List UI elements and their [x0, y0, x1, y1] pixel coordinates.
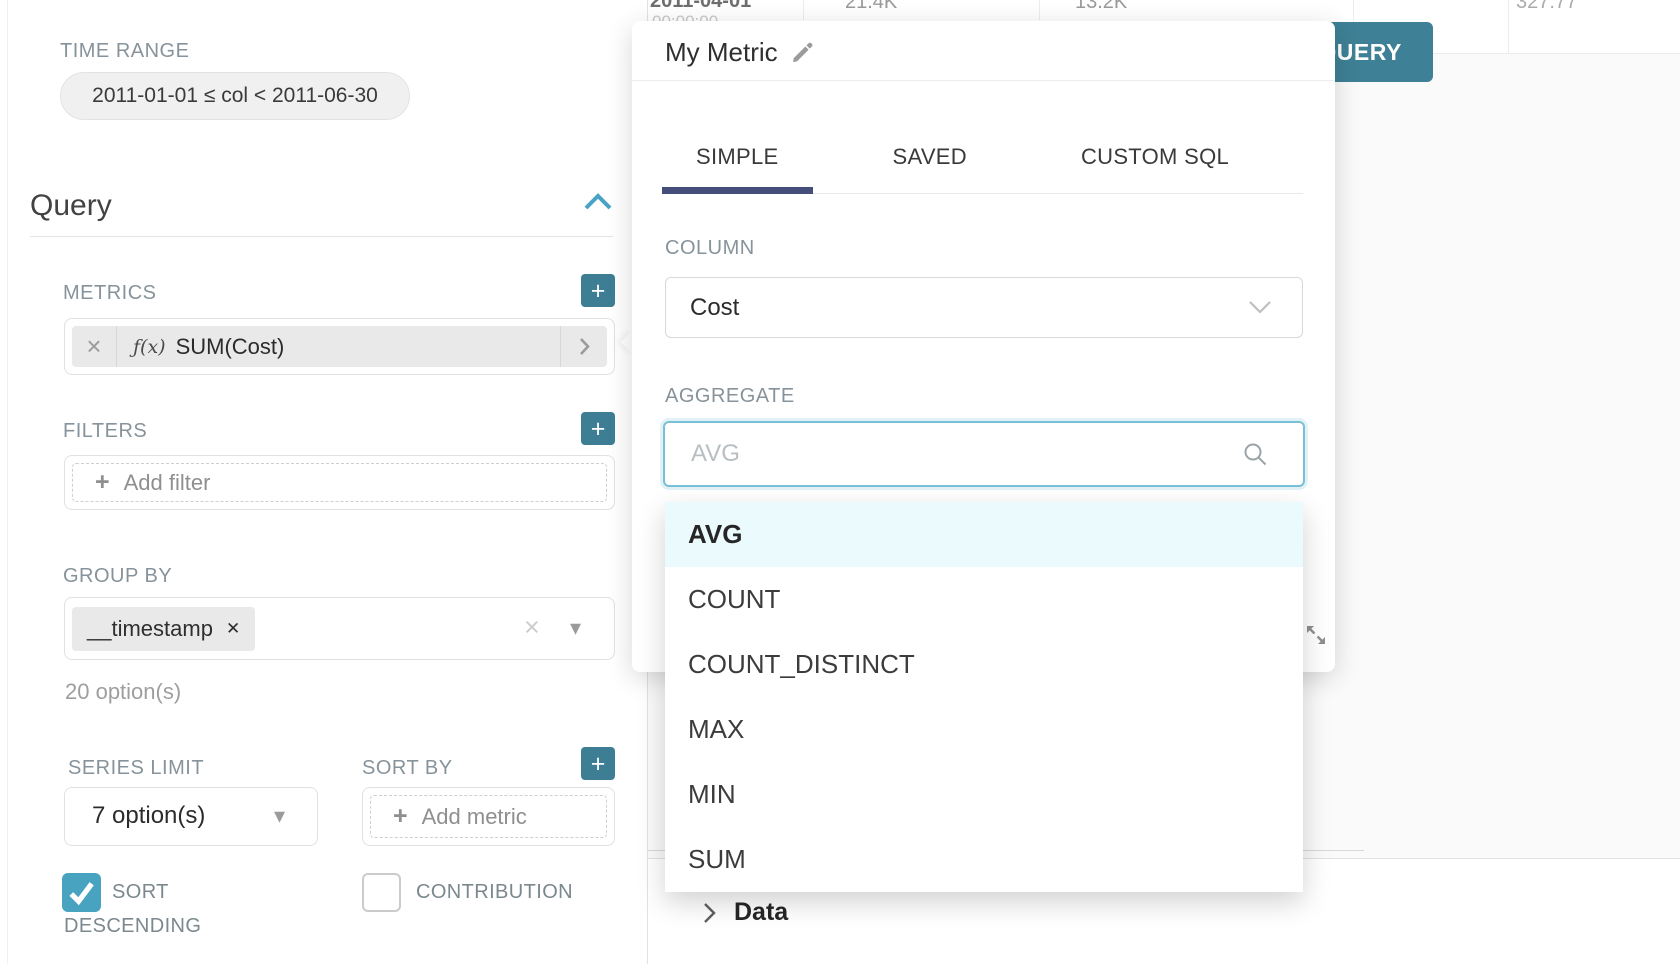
sort-descending-checkbox[interactable] [62, 873, 101, 912]
column-select[interactable]: Cost [665, 277, 1303, 338]
tab-saved[interactable]: SAVED [859, 121, 1001, 193]
table-gridline [803, 0, 804, 20]
tab-custom-sql[interactable]: CUSTOM SQL [1047, 121, 1263, 193]
sort-by-label: SORT BY [362, 757, 453, 780]
tab-label: SIMPLE [696, 144, 779, 170]
contribution-label: CONTRIBUTION [416, 881, 573, 904]
series-limit-value: 7 option(s) [92, 802, 205, 830]
add-filter-text: Add filter [124, 470, 211, 496]
aggregate-field[interactable] [663, 421, 1305, 487]
active-tab-indicator [662, 187, 813, 194]
query-section-title: Query [30, 189, 112, 223]
group-by-hint: 20 option(s) [65, 679, 181, 705]
caret-down-icon[interactable]: ▾ [274, 803, 285, 829]
metric-tabs: SIMPLE SAVED CUSTOM SQL [662, 121, 1303, 194]
metric-name: SUM(Cost) [176, 334, 560, 360]
popover-divider [632, 80, 1335, 81]
table-gridline [1039, 0, 1040, 20]
chevron-up-icon[interactable] [583, 192, 613, 211]
metric-pill[interactable]: × ƒ(x) SUM(Cost) [72, 326, 607, 367]
remove-metric-icon[interactable]: × [72, 331, 116, 362]
sort-descending-label: SORT [112, 881, 169, 904]
sort-descending-label-2: DESCENDING [64, 915, 201, 938]
add-metric-text: Add metric [422, 804, 527, 830]
tag-label: __timestamp [87, 616, 213, 642]
data-collapse-row[interactable]: Data [703, 898, 788, 927]
table-cell-value: 13.2K [1075, 0, 1127, 14]
option-max[interactable]: MAX [665, 697, 1303, 762]
group-by-tag[interactable]: __timestamp ✕ [72, 607, 255, 651]
panel-edge [7, 0, 8, 964]
table-cell-value: 327.77 [1516, 0, 1577, 14]
filters-label: FILTERS [63, 420, 147, 443]
time-range-label: TIME RANGE [60, 40, 189, 63]
option-count-distinct[interactable]: COUNT_DISTINCT [665, 632, 1303, 697]
column-label: COLUMN [665, 237, 755, 260]
fx-icon: ƒ(x) [133, 336, 166, 358]
add-filter-dropzone[interactable]: + Add filter [72, 463, 607, 502]
metric-title: My Metric [665, 37, 778, 68]
aggregate-input[interactable] [689, 439, 1242, 469]
option-avg[interactable]: AVG [665, 502, 1303, 567]
filters-container: + Add filter [64, 455, 615, 510]
aggregate-label: AGGREGATE [665, 385, 795, 408]
table-cell-value: 21.4K [845, 0, 897, 14]
add-metric-button[interactable]: + [581, 274, 615, 307]
caret-down-icon[interactable]: ▾ [570, 615, 581, 641]
section-divider [30, 236, 613, 237]
column-value: Cost [690, 294, 1248, 322]
add-sort-metric-button[interactable]: + [581, 747, 615, 780]
option-min[interactable]: MIN [665, 762, 1303, 827]
chevron-down-icon [1248, 300, 1272, 315]
add-sort-metric-dropzone[interactable]: + Add metric [370, 795, 607, 838]
clear-select-icon[interactable]: × [524, 612, 540, 643]
table-gridline [1508, 0, 1509, 53]
option-sum[interactable]: SUM [665, 827, 1303, 892]
metrics-container: × ƒ(x) SUM(Cost) [64, 318, 615, 375]
metrics-label: METRICS [63, 282, 157, 305]
pill-divider [116, 326, 117, 367]
explore-screen: 2011-04-01 00:00:00 21.4K 13.2K 327.77 D… [0, 0, 1680, 964]
edit-pencil-icon[interactable] [790, 40, 815, 65]
expand-metric-icon[interactable] [561, 337, 607, 356]
series-limit-label: SERIES LIMIT [68, 757, 204, 780]
add-filter-button[interactable]: + [581, 412, 615, 445]
tab-simple[interactable]: SIMPLE [662, 121, 813, 193]
chevron-right-icon [703, 902, 716, 924]
resize-handle-icon[interactable] [1302, 621, 1330, 649]
aggregate-options-dropdown: AVG COUNT COUNT_DISTINCT MAX MIN SUM [665, 502, 1303, 892]
option-count[interactable]: COUNT [665, 567, 1303, 632]
data-collapse-label: Data [734, 898, 788, 927]
tab-label: SAVED [893, 144, 967, 170]
control-panel: TIME RANGE 2011-01-01 ≤ col < 2011-06-30… [0, 0, 648, 964]
search-icon [1242, 441, 1269, 468]
sort-by-container: + Add metric [362, 787, 615, 846]
group-by-label: GROUP BY [63, 565, 172, 588]
plus-icon: + [393, 802, 408, 831]
tab-label: CUSTOM SQL [1081, 144, 1229, 170]
time-range-pill[interactable]: 2011-01-01 ≤ col < 2011-06-30 [60, 72, 410, 120]
contribution-checkbox[interactable] [362, 873, 401, 912]
remove-tag-icon[interactable]: ✕ [226, 619, 240, 639]
plus-icon: + [95, 468, 110, 497]
